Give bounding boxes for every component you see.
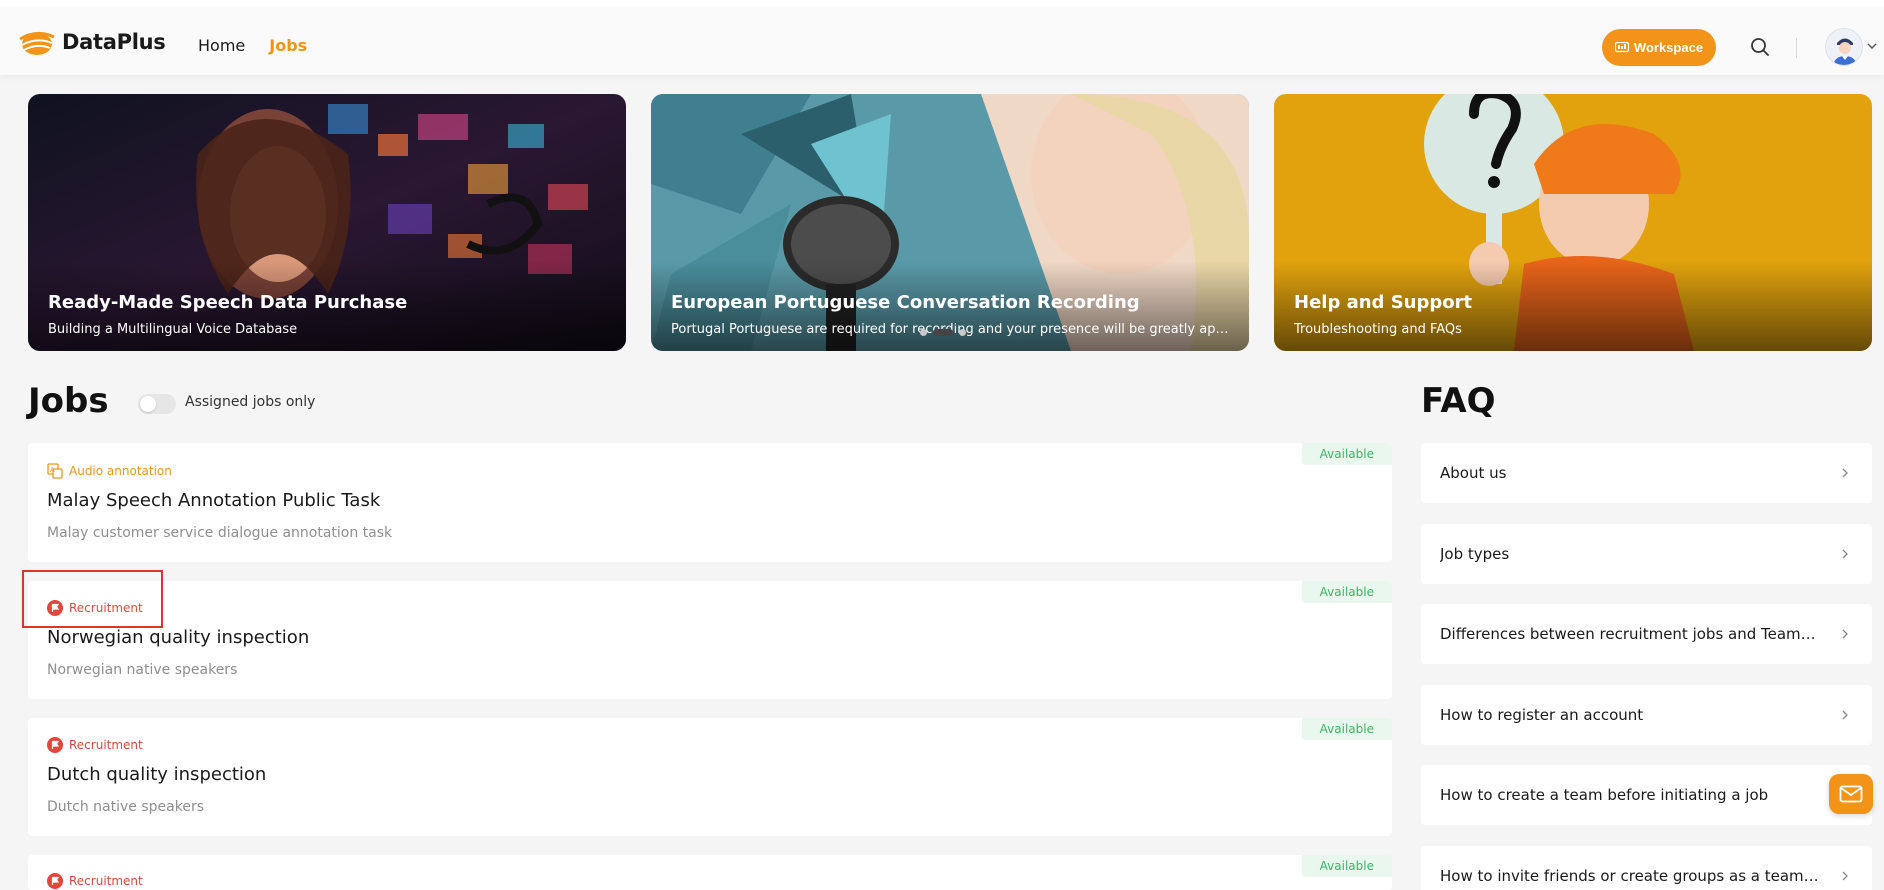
banner-subtitle: Troubleshooting and FAQs (1294, 322, 1462, 337)
banner-title: European Portuguese Conversation Recordi… (671, 292, 1140, 313)
workspace-button[interactable]: Workspace (1602, 29, 1716, 66)
job-title[interactable]: Dutch quality inspection (47, 764, 266, 785)
banner-title: Ready-Made Speech Data Purchase (48, 292, 408, 313)
workspace-label: Workspace (1633, 40, 1704, 55)
job-description: Malay customer service dialogue annotati… (47, 525, 393, 541)
brand-logo[interactable]: DataPlus (18, 27, 166, 57)
faq-item-label: How to invite friends or create groups a… (1440, 867, 1820, 885)
chevron-right-icon (1842, 871, 1848, 881)
search-icon[interactable] (1749, 36, 1771, 58)
banner-subtitle: Building a Multilingual Voice Database (48, 322, 298, 337)
banner-portuguese-recording[interactable]: European Portuguese Conversation Recordi… (651, 94, 1249, 351)
faq-item-label: How to create a team before initiating a… (1440, 786, 1769, 804)
status-badge: Available (1301, 718, 1392, 740)
job-card[interactable]: Available Recruitment (28, 855, 1392, 890)
brand-name: DataPlus (62, 30, 166, 54)
audio-annotation-icon: A (47, 463, 63, 479)
top-strip (0, 0, 1884, 7)
header-divider (1796, 38, 1797, 58)
jobs-heading: Jobs (28, 381, 109, 421)
banner-help-support[interactable]: Help and Support Troubleshooting and FAQ… (1274, 94, 1872, 351)
faq-heading: FAQ (1421, 381, 1496, 421)
faq-item[interactable]: How to invite friends or create groups a… (1421, 846, 1872, 890)
job-type-tag: Recruitment (47, 737, 143, 753)
faq-item-label: Job types (1440, 545, 1510, 563)
faq-item[interactable]: How to create a team before initiating a… (1421, 765, 1872, 825)
faq-item[interactable]: Differences between recruitment jobs and… (1421, 604, 1872, 664)
chevron-right-icon (1842, 710, 1848, 720)
recruitment-flag-icon (47, 737, 63, 753)
job-card[interactable]: Available Recruitment Norwegian quality … (28, 581, 1392, 699)
carousel-dot[interactable] (920, 329, 927, 336)
job-card[interactable]: Available Recruitment Dutch quality insp… (28, 718, 1392, 836)
faq-item[interactable]: Job types (1421, 524, 1872, 584)
main-nav: Home Jobs (198, 36, 307, 55)
status-badge: Available (1301, 581, 1392, 603)
job-type-tag: A Audio annotation (47, 463, 172, 479)
status-badge: Available (1301, 443, 1392, 465)
avatar[interactable] (1825, 28, 1863, 66)
faq-item-label: About us (1440, 464, 1507, 482)
status-badge: Available (1301, 855, 1392, 877)
assigned-jobs-label: Assigned jobs only (185, 394, 316, 410)
faq-item[interactable]: How to register an account (1421, 685, 1872, 745)
faq-item[interactable]: About us (1421, 443, 1872, 503)
faq-item-label: How to register an account (1440, 706, 1644, 724)
chevron-right-icon (1842, 549, 1848, 559)
user-avatar-icon (1826, 29, 1862, 65)
job-description: Norwegian native speakers (47, 662, 238, 678)
logo-icon (19, 32, 55, 55)
chevron-right-icon (1842, 629, 1848, 639)
banner-speech-data[interactable]: Ready-Made Speech Data Purchase Building… (28, 94, 626, 351)
job-description: Dutch native speakers (47, 799, 204, 815)
mail-icon (1839, 785, 1863, 803)
job-title[interactable]: Malay Speech Annotation Public Task (47, 490, 380, 511)
contact-mail-button[interactable] (1829, 774, 1873, 814)
banner-title: Help and Support (1294, 292, 1473, 313)
job-card[interactable]: Available A Audio annotation Malay Speec… (28, 443, 1392, 562)
assigned-jobs-toggle[interactable] (138, 394, 176, 414)
carousel-dot-active[interactable] (933, 329, 953, 336)
job-type-label: Recruitment (69, 738, 143, 752)
job-title[interactable]: Norwegian quality inspection (47, 627, 309, 648)
job-type-label: Recruitment (69, 874, 143, 888)
faq-item-label: Differences between recruitment jobs and… (1440, 625, 1820, 643)
highlight-box (22, 570, 163, 628)
job-type-label: Audio annotation (69, 464, 172, 478)
job-type-tag: Recruitment (47, 873, 143, 889)
nav-jobs[interactable]: Jobs (269, 36, 307, 55)
carousel-dots (920, 329, 966, 336)
carousel-dot[interactable] (959, 329, 966, 336)
nav-home[interactable]: Home (198, 36, 245, 55)
workspace-icon (1614, 41, 1629, 52)
recruitment-flag-icon (47, 873, 63, 889)
svg-text:A: A (50, 466, 55, 474)
chevron-right-icon (1842, 468, 1848, 478)
top-header: DataPlus Home Jobs Workspace (0, 7, 1884, 75)
banner-carousel: Ready-Made Speech Data Purchase Building… (28, 94, 1872, 351)
chevron-down-icon[interactable] (1866, 40, 1878, 52)
